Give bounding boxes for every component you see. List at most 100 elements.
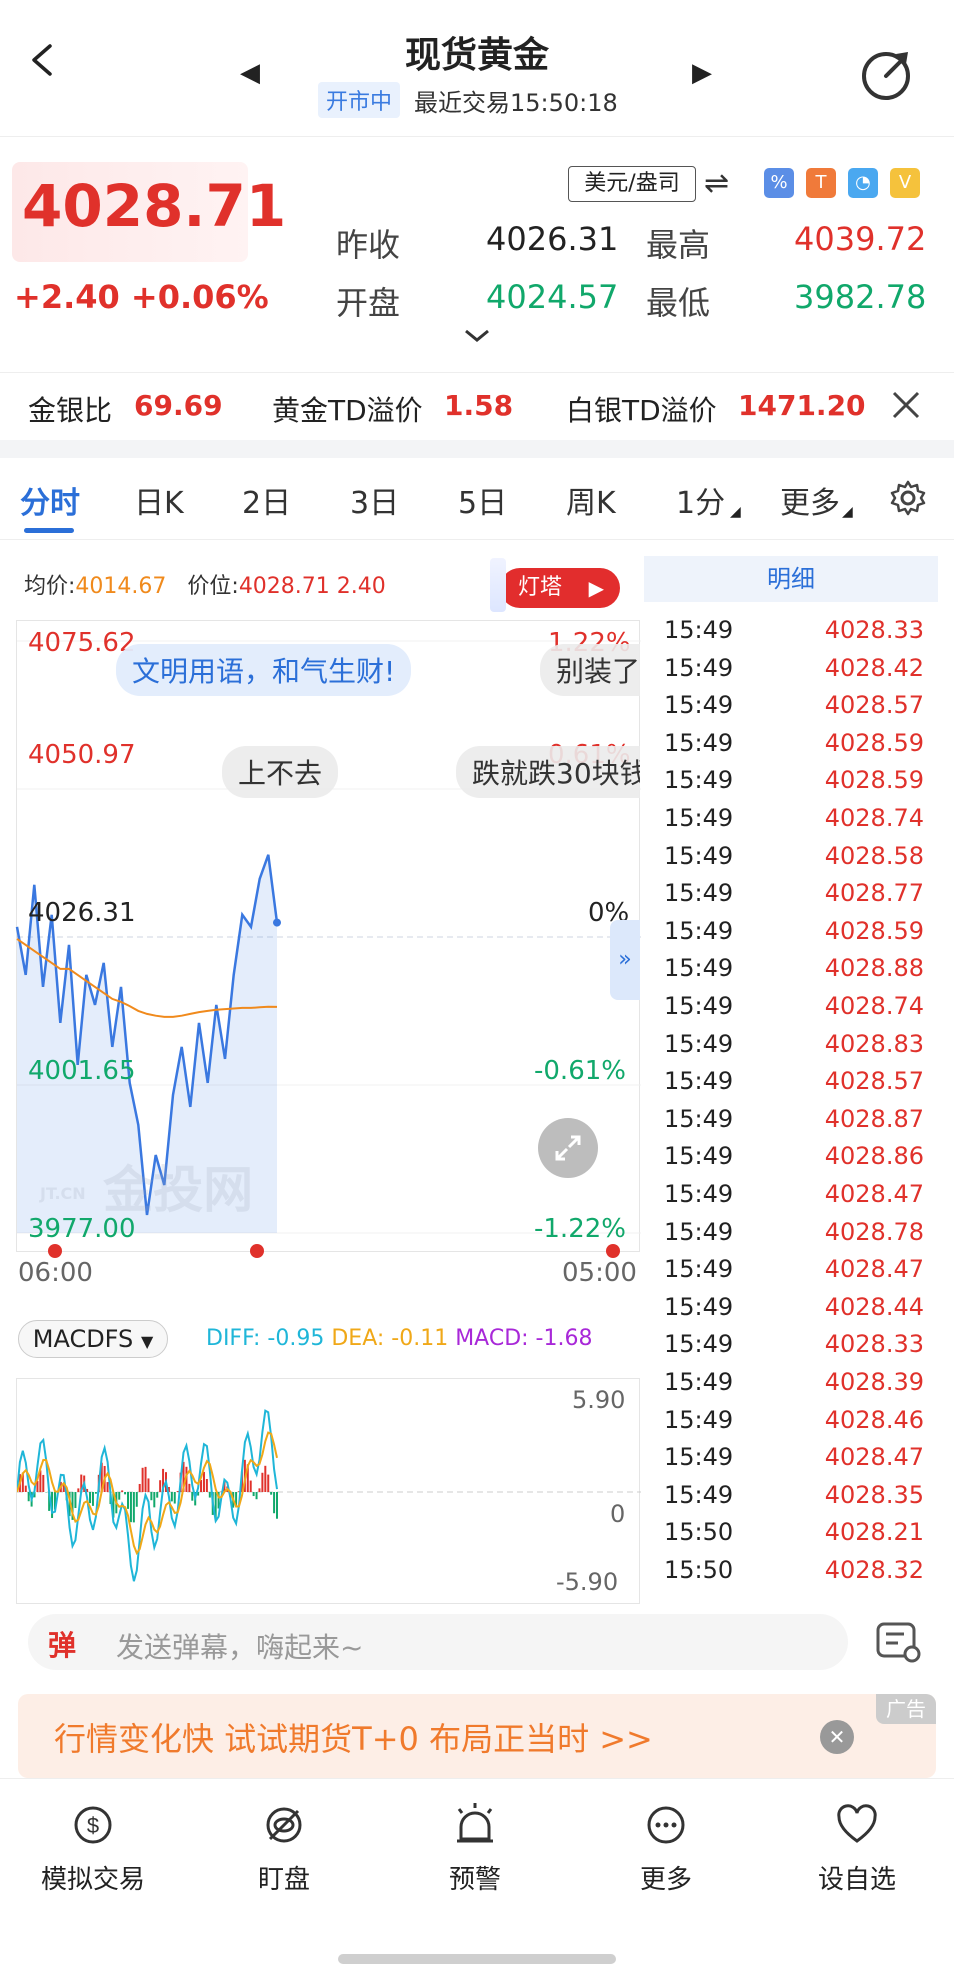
trade-detail-panel[interactable]: 15:49 4028.33 15:49 4028.42 15:49 4028.57 15:4…	[644, 556, 938, 1606]
detail-time: 15:50	[664, 1518, 734, 1547]
last-price-dot	[273, 918, 281, 927]
next-instrument-icon[interactable]: ▶	[692, 58, 712, 88]
low-label: 最低	[646, 284, 711, 322]
tab-2day[interactable]: 2日	[242, 478, 291, 522]
tab-daily-k[interactable]: 日K	[134, 478, 184, 522]
macd-chart[interactable]	[16, 1378, 641, 1604]
detail-price: 4028.87	[824, 1104, 924, 1133]
detail-price: 4028.58	[824, 841, 924, 870]
ad-close-icon[interactable]: ✕	[820, 1720, 854, 1754]
market-status-row: 开市中 最近交易15:50:18	[318, 82, 618, 118]
detail-row: 15:49 4028.47	[664, 1255, 924, 1293]
heart-icon	[837, 1804, 877, 1843]
detail-time: 15:49	[664, 1180, 734, 1208]
chart-info-row: 均价:4014.67 价位:4028.71 2.40	[24, 568, 386, 600]
detail-time: 15:49	[664, 1443, 734, 1472]
refresh-button[interactable]	[858, 46, 914, 102]
detail-price: 4028.39	[824, 1368, 924, 1396]
settings-gear-icon[interactable]	[888, 478, 928, 518]
tab-1min[interactable]: 1分	[676, 478, 725, 522]
indicator-selector[interactable]: MACDFS ▼	[18, 1320, 168, 1358]
detail-row: 15:49 4028.86	[664, 1142, 924, 1180]
detail-row: 15:49 4028.87	[664, 1105, 924, 1143]
detail-time: 15:49	[664, 728, 734, 757]
nav-label: 盯盘	[257, 1865, 310, 1895]
detail-time: 15:49	[664, 1217, 734, 1246]
dropdown-corner-icon: ◢	[730, 504, 741, 520]
detail-time: 15:49	[664, 1029, 734, 1058]
vip-icon[interactable]: V	[890, 168, 920, 198]
detail-time: 15:49	[664, 916, 734, 945]
pie-chart-icon[interactable]: ◔	[848, 168, 878, 198]
detail-row: 15:49 4028.47	[664, 1180, 924, 1218]
avg-value: 4014.67	[75, 574, 167, 599]
detail-price: 4028.77	[824, 879, 924, 908]
detail-price: 4028.47	[824, 1180, 924, 1208]
nav-label: 预警	[448, 1865, 501, 1895]
detail-price: 4028.57	[824, 1067, 924, 1096]
tab-3day[interactable]: 3日	[350, 478, 399, 522]
unit-selector[interactable]: 美元/盎司	[568, 166, 696, 202]
detail-row: 15:49 4028.42	[664, 654, 924, 692]
tab-more[interactable]: 更多	[780, 478, 840, 522]
detail-price: 4028.59	[824, 916, 924, 945]
price-label: 价位:	[187, 574, 239, 599]
detail-price: 4028.21	[824, 1518, 924, 1547]
y-axis-label-3: 4001.65	[28, 1056, 136, 1086]
expand-panel-button[interactable]: »	[610, 920, 640, 1000]
detail-row: 15:49 4028.88	[664, 954, 924, 992]
gold-td-value: 1.58	[444, 389, 514, 422]
swap-unit-icon[interactable]: ⇌	[704, 166, 729, 201]
detail-time: 15:49	[664, 691, 734, 720]
svg-text:$: $	[87, 1813, 99, 1838]
nav-add-favorite[interactable]: 设自选	[792, 1801, 922, 1896]
detail-time: 15:49	[664, 1255, 734, 1284]
gold-silver-label: 金银比	[28, 394, 113, 427]
detail-price: 4028.86	[824, 1142, 924, 1171]
detail-row: 15:49 4028.77	[664, 879, 924, 917]
lighttower-button[interactable]: 灯塔 ▶	[500, 568, 620, 608]
tab-weekly-k[interactable]: 周K	[566, 478, 616, 522]
detail-price: 4028.33	[824, 1330, 924, 1359]
watermark-small: JT.CN	[40, 1184, 86, 1203]
nav-more[interactable]: 更多	[601, 1801, 731, 1896]
danmu-settings-icon[interactable]	[874, 1618, 924, 1666]
detail-price: 4028.78	[824, 1217, 924, 1246]
danmu-input[interactable]: 弹 发送弹幕，嗨起来~	[28, 1614, 848, 1670]
detail-row: 15:49 4028.57	[664, 691, 924, 729]
low-value: 3982.78	[794, 278, 927, 316]
tab-5day[interactable]: 5日	[458, 478, 507, 522]
premium-bar: 金银比 69.69 黄金TD溢价 1.58 白银TD溢价 1471.20	[0, 372, 954, 440]
y-axis-pct-3: -0.61%	[534, 1056, 626, 1086]
detail-price: 4028.88	[824, 954, 924, 983]
avg-label: 均价:	[24, 574, 76, 599]
detail-time: 15:49	[664, 1330, 734, 1359]
nav-watch[interactable]: 盯盘	[219, 1801, 349, 1896]
fullscreen-icon[interactable]	[538, 1118, 598, 1178]
close-icon[interactable]	[886, 385, 926, 425]
tab-intraday[interactable]: 分时	[20, 478, 80, 522]
prev-close-value: 4026.31	[486, 220, 619, 258]
detail-price: 4028.74	[824, 804, 924, 832]
tower-icon[interactable]: T	[806, 168, 836, 198]
nav-alert[interactable]: 预警	[410, 1801, 540, 1896]
period-tabs: 分时 日K 2日 3日 5日 周K 1分 ◢ 更多 ◢	[0, 468, 954, 540]
nav-label: 设自选	[817, 1865, 896, 1895]
detail-price: 4028.44	[824, 1292, 924, 1321]
session-marker	[48, 1244, 62, 1258]
percent-icon[interactable]: %	[764, 168, 794, 198]
detail-price: 4028.57	[824, 691, 924, 720]
danmu-toggle-icon[interactable]: 弹	[48, 1624, 76, 1664]
prev-close-label: 昨收	[336, 226, 401, 264]
detail-price: 4028.59	[824, 766, 924, 795]
current-price: 4028.71	[22, 172, 287, 240]
ad-banner[interactable]: 行情变化快 试试期货T+0 布局正当时 >> ✕	[18, 1694, 936, 1778]
detail-row: 15:49 4028.47	[664, 1443, 924, 1481]
nav-sim-trade[interactable]: $ 模拟交易	[28, 1801, 158, 1896]
detail-time: 15:49	[664, 1292, 734, 1321]
detail-time: 15:49	[664, 1405, 734, 1434]
diff-value: DIFF: -0.95	[206, 1326, 325, 1351]
nav-label: 更多	[639, 1865, 692, 1895]
expand-chevron-icon[interactable]	[462, 328, 492, 348]
x-axis-end: 05:00	[562, 1258, 637, 1288]
